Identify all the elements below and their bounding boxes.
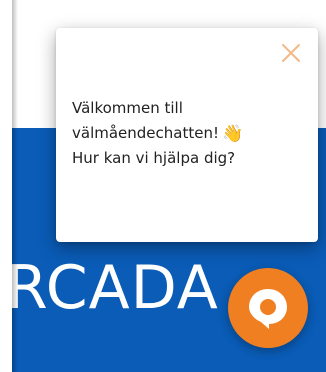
hero-brand-text: RCADA bbox=[6, 253, 219, 323]
close-popup-button[interactable] bbox=[280, 42, 302, 64]
close-icon bbox=[282, 44, 300, 62]
chat-greeting-popup: Välkommen till välmåendechatten! 👋 Hur ka… bbox=[56, 28, 318, 242]
greeting-line-2: välmåendechatten! 👋 bbox=[72, 121, 302, 146]
greeting-line-2-text: välmåendechatten! bbox=[72, 124, 219, 142]
panel-shadow bbox=[12, 0, 18, 372]
greeting-message: Välkommen till välmåendechatten! 👋 Hur ka… bbox=[72, 96, 302, 171]
page: RCADA Välkommen till välmåendechatten! 👋 … bbox=[0, 0, 326, 372]
greeting-line-3: Hur kan vi hjälpa dig? bbox=[72, 149, 236, 167]
chat-bubble-icon bbox=[249, 289, 287, 329]
chat-launcher-button[interactable] bbox=[228, 268, 308, 348]
left-gutter bbox=[0, 0, 12, 372]
greeting-line-1: Välkommen till bbox=[72, 99, 183, 117]
waving-hand-icon: 👋 bbox=[221, 124, 244, 144]
